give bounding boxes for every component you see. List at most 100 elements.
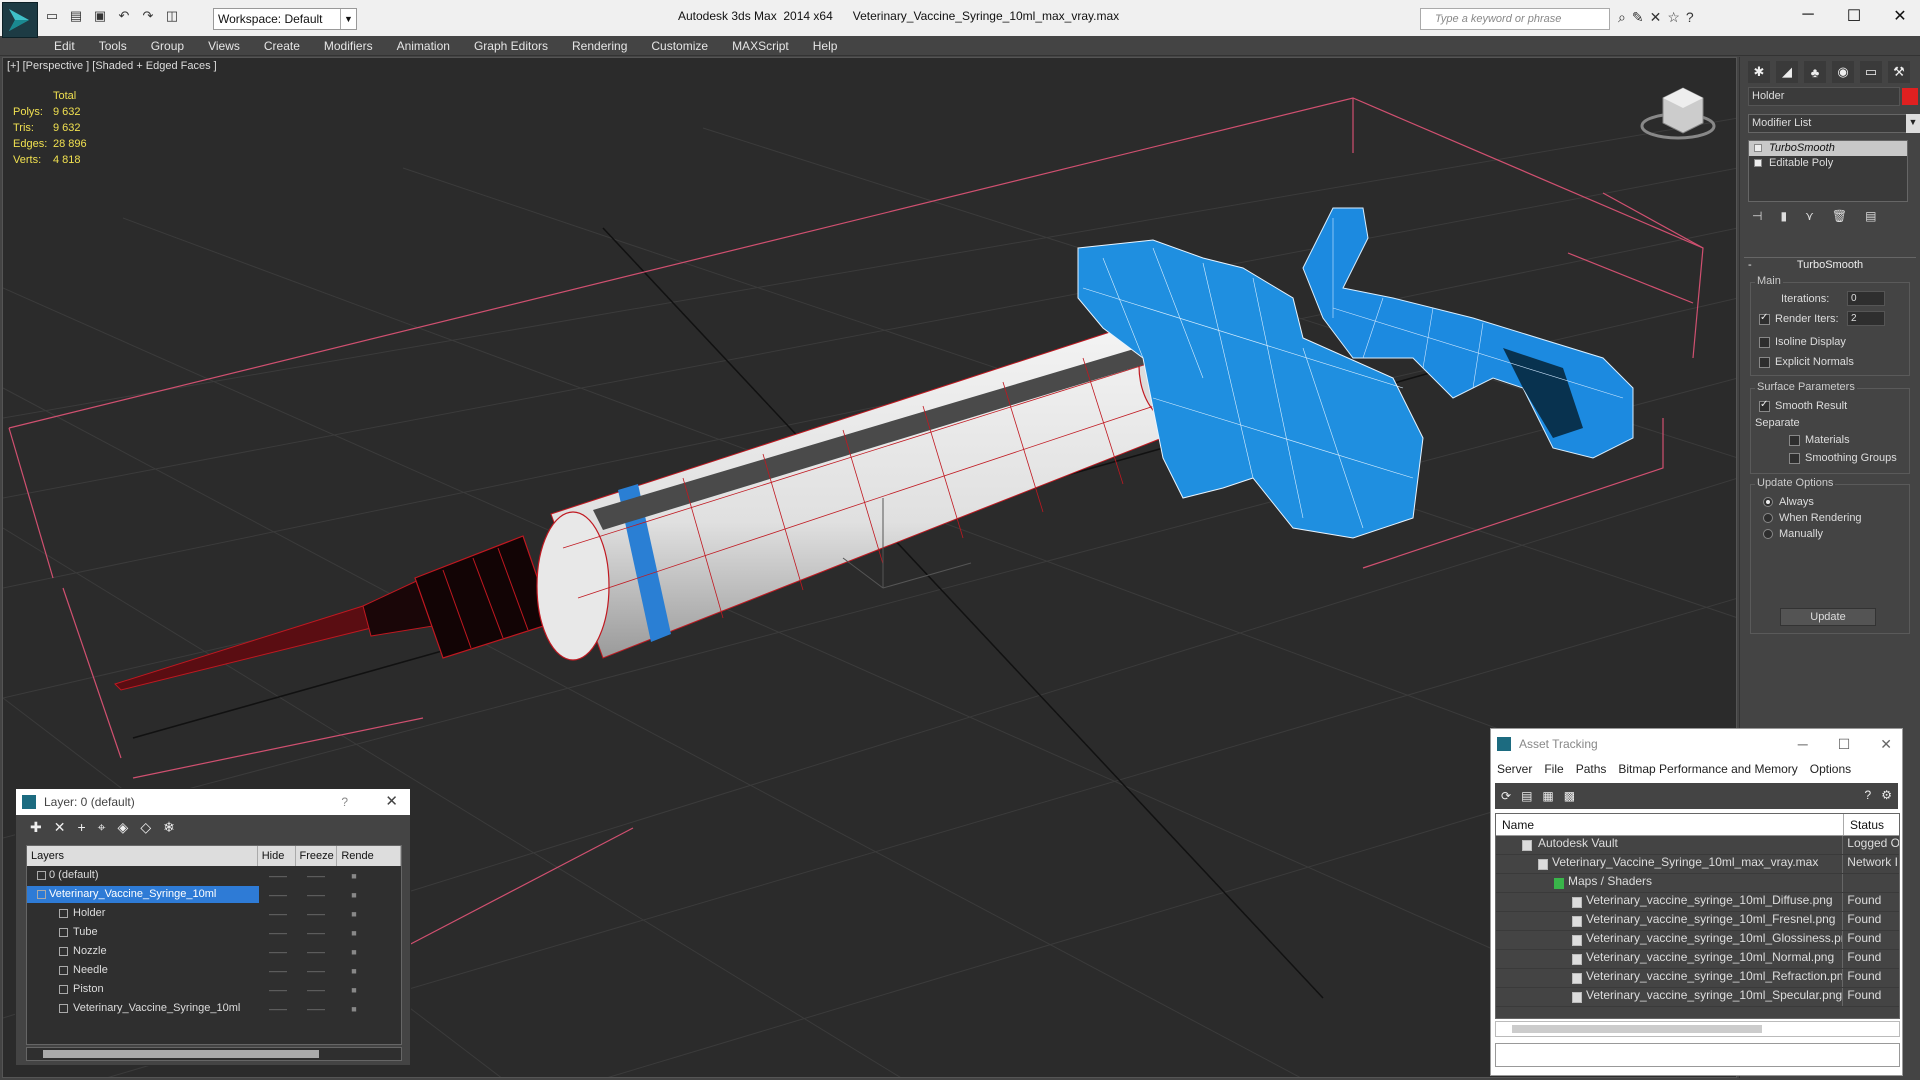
menu-maxscript[interactable]: MAXScript [732,39,789,53]
asset-row[interactable]: Veterinary_vaccine_syringe_10ml_Refracti… [1496,969,1899,988]
col-name[interactable]: Name [1496,814,1844,835]
menu-create[interactable]: Create [264,39,300,53]
asset-menu-options[interactable]: Options [1810,759,1851,779]
layer-object-row[interactable]: Nozzle —— —— ■ [27,942,401,961]
close-icon[interactable]: ✕ [1880,729,1892,759]
scrollbar-thumb[interactable] [43,1050,319,1058]
layer-object-row[interactable]: Piston —— —— ■ [27,980,401,999]
smoothing-groups-checkbox[interactable] [1789,453,1800,464]
layer-window-titlebar[interactable]: Layer: 0 (default) ? ✕ [16,789,410,815]
project-folder-icon[interactable]: ◫ [162,7,182,25]
workspace-dropdown[interactable]: Workspace: Default ▼ [213,8,357,30]
remove-modifier-icon[interactable]: 🗑 [1832,209,1847,223]
help-button[interactable]: ? [341,789,348,815]
freeze-toggle[interactable]: —— [297,947,335,957]
menu-views[interactable]: Views [208,39,240,53]
scrollbar-thumb[interactable] [1512,1025,1762,1033]
always-radio[interactable] [1763,497,1773,507]
menu-edit[interactable]: Edit [54,39,75,53]
iterations-spinner[interactable]: 0 [1847,291,1885,306]
hide-toggle[interactable]: —— [259,890,297,900]
asset-row[interactable]: Veterinary_vaccine_syringe_10ml_Glossine… [1496,931,1899,950]
freeze-toggle[interactable]: —— [297,1004,335,1014]
freeze-toggle[interactable]: —— [297,928,335,938]
hide-toggle[interactable]: —— [259,909,297,919]
menu-help[interactable]: Help [813,39,838,53]
asset-menu-paths[interactable]: Paths [1576,759,1607,779]
expand-icon[interactable] [1754,159,1762,167]
close-icon[interactable]: ✕ [1890,6,1910,26]
highlight-layer-icon[interactable]: ◈ [118,819,129,837]
favorites-star-icon[interactable]: ☆ [1667,9,1680,26]
render-toggle-icon[interactable]: ■ [335,928,373,938]
render-toggle-icon[interactable]: ■ [335,966,373,976]
col-status[interactable]: Status [1844,814,1884,835]
motion-tab-icon[interactable]: ◉ [1832,61,1854,83]
layer-object-row[interactable]: Holder —— —— ■ [27,904,401,923]
object-color-swatch[interactable] [1902,88,1918,105]
layers-horizontal-scrollbar[interactable] [26,1047,402,1061]
table-view-icon[interactable]: ▩ [1564,789,1575,803]
menu-tools[interactable]: Tools [99,39,127,53]
minimize-icon[interactable]: ─ [1798,729,1808,759]
hide-toggle[interactable]: —— [259,928,297,938]
freeze-all-icon[interactable]: ❄ [163,819,175,837]
viewport-label[interactable]: [+] [Perspective ] [Shaded + Edged Faces… [7,60,217,72]
materials-checkbox[interactable] [1789,435,1800,446]
stack-item-editable-poly[interactable]: Editable Poly [1749,156,1907,171]
freeze-toggle[interactable]: —— [297,909,335,919]
menu-group[interactable]: Group [151,39,184,53]
menu-animation[interactable]: Animation [397,39,450,53]
select-in-layer-icon[interactable]: ⌖ [98,819,106,837]
close-icon[interactable]: ✕ [385,789,398,815]
hide-toggle[interactable]: —— [259,1004,297,1014]
configure-sets-icon[interactable]: ▤ [1865,209,1876,223]
add-to-layer-icon[interactable]: + [77,819,85,837]
render-iters-spinner[interactable]: 2 [1847,311,1885,326]
menu-modifiers[interactable]: Modifiers [324,39,373,53]
modifier-list-dropdown[interactable]: Modifier List ▼ [1748,114,1920,133]
pin-stack-icon[interactable]: ⊣ [1752,209,1762,223]
menu-rendering[interactable]: Rendering [572,39,627,53]
freeze-toggle[interactable]: —— [297,871,335,881]
display-tab-icon[interactable]: ▭ [1860,61,1882,83]
asset-row[interactable]: Veterinary_Vaccine_Syringe_10ml_max_vray… [1496,855,1899,874]
open-file-icon[interactable]: ▤ [66,7,86,25]
asset-row[interactable]: Autodesk Vault Logged O [1496,836,1899,855]
app-menu-button[interactable] [2,2,38,38]
layer-object-row[interactable]: Veterinary_Vaccine_Syringe_10ml —— —— ■ [27,999,401,1018]
refresh-icon[interactable]: ⟳ [1501,789,1511,803]
render-toggle-icon[interactable]: ■ [335,909,373,919]
maximize-icon[interactable]: ☐ [1838,729,1851,759]
thumbnail-view-icon[interactable]: ▦ [1542,789,1553,803]
col-render[interactable]: Rende [337,846,401,866]
rollout-header[interactable]: - TurboSmooth [1744,258,1916,272]
explicit-normals-checkbox[interactable] [1759,357,1770,368]
asset-horizontal-scrollbar[interactable] [1495,1021,1900,1037]
viewcube-icon[interactable] [1640,87,1716,140]
hide-toggle[interactable]: —— [259,966,297,976]
undo-icon[interactable]: ↶ [114,7,134,25]
freeze-toggle[interactable]: —— [297,985,335,995]
lightbulb-icon[interactable] [1754,144,1762,152]
hide-toggle[interactable]: —— [259,947,297,957]
layer-row[interactable]: 0 (default) —— —— ■ [27,866,401,885]
col-hide[interactable]: Hide [258,846,296,866]
asset-row[interactable]: Veterinary_vaccine_syringe_10ml_Diffuse.… [1496,893,1899,912]
asset-path-field[interactable] [1495,1043,1900,1067]
asset-row[interactable]: Veterinary_vaccine_syringe_10ml_Normal.p… [1496,950,1899,969]
search-input[interactable]: Type a keyword or phrase [1420,8,1610,30]
render-toggle-icon[interactable]: ■ [335,1004,373,1014]
binoculars-icon[interactable]: ⌕ [1618,9,1626,26]
help-icon[interactable]: ? [1865,788,1872,802]
when-rendering-radio[interactable] [1763,513,1773,523]
render-toggle-icon[interactable]: ■ [335,890,373,900]
smooth-result-checkbox[interactable] [1759,399,1770,412]
save-file-icon[interactable]: ▣ [90,7,110,25]
hide-toggle[interactable]: —— [259,985,297,995]
maximize-icon[interactable]: ☐ [1844,6,1864,26]
layer-object-row[interactable]: Needle —— —— ■ [27,961,401,980]
isoline-display-checkbox[interactable] [1759,337,1770,348]
render-toggle-icon[interactable]: ■ [335,985,373,995]
redo-icon[interactable]: ↷ [138,7,158,25]
